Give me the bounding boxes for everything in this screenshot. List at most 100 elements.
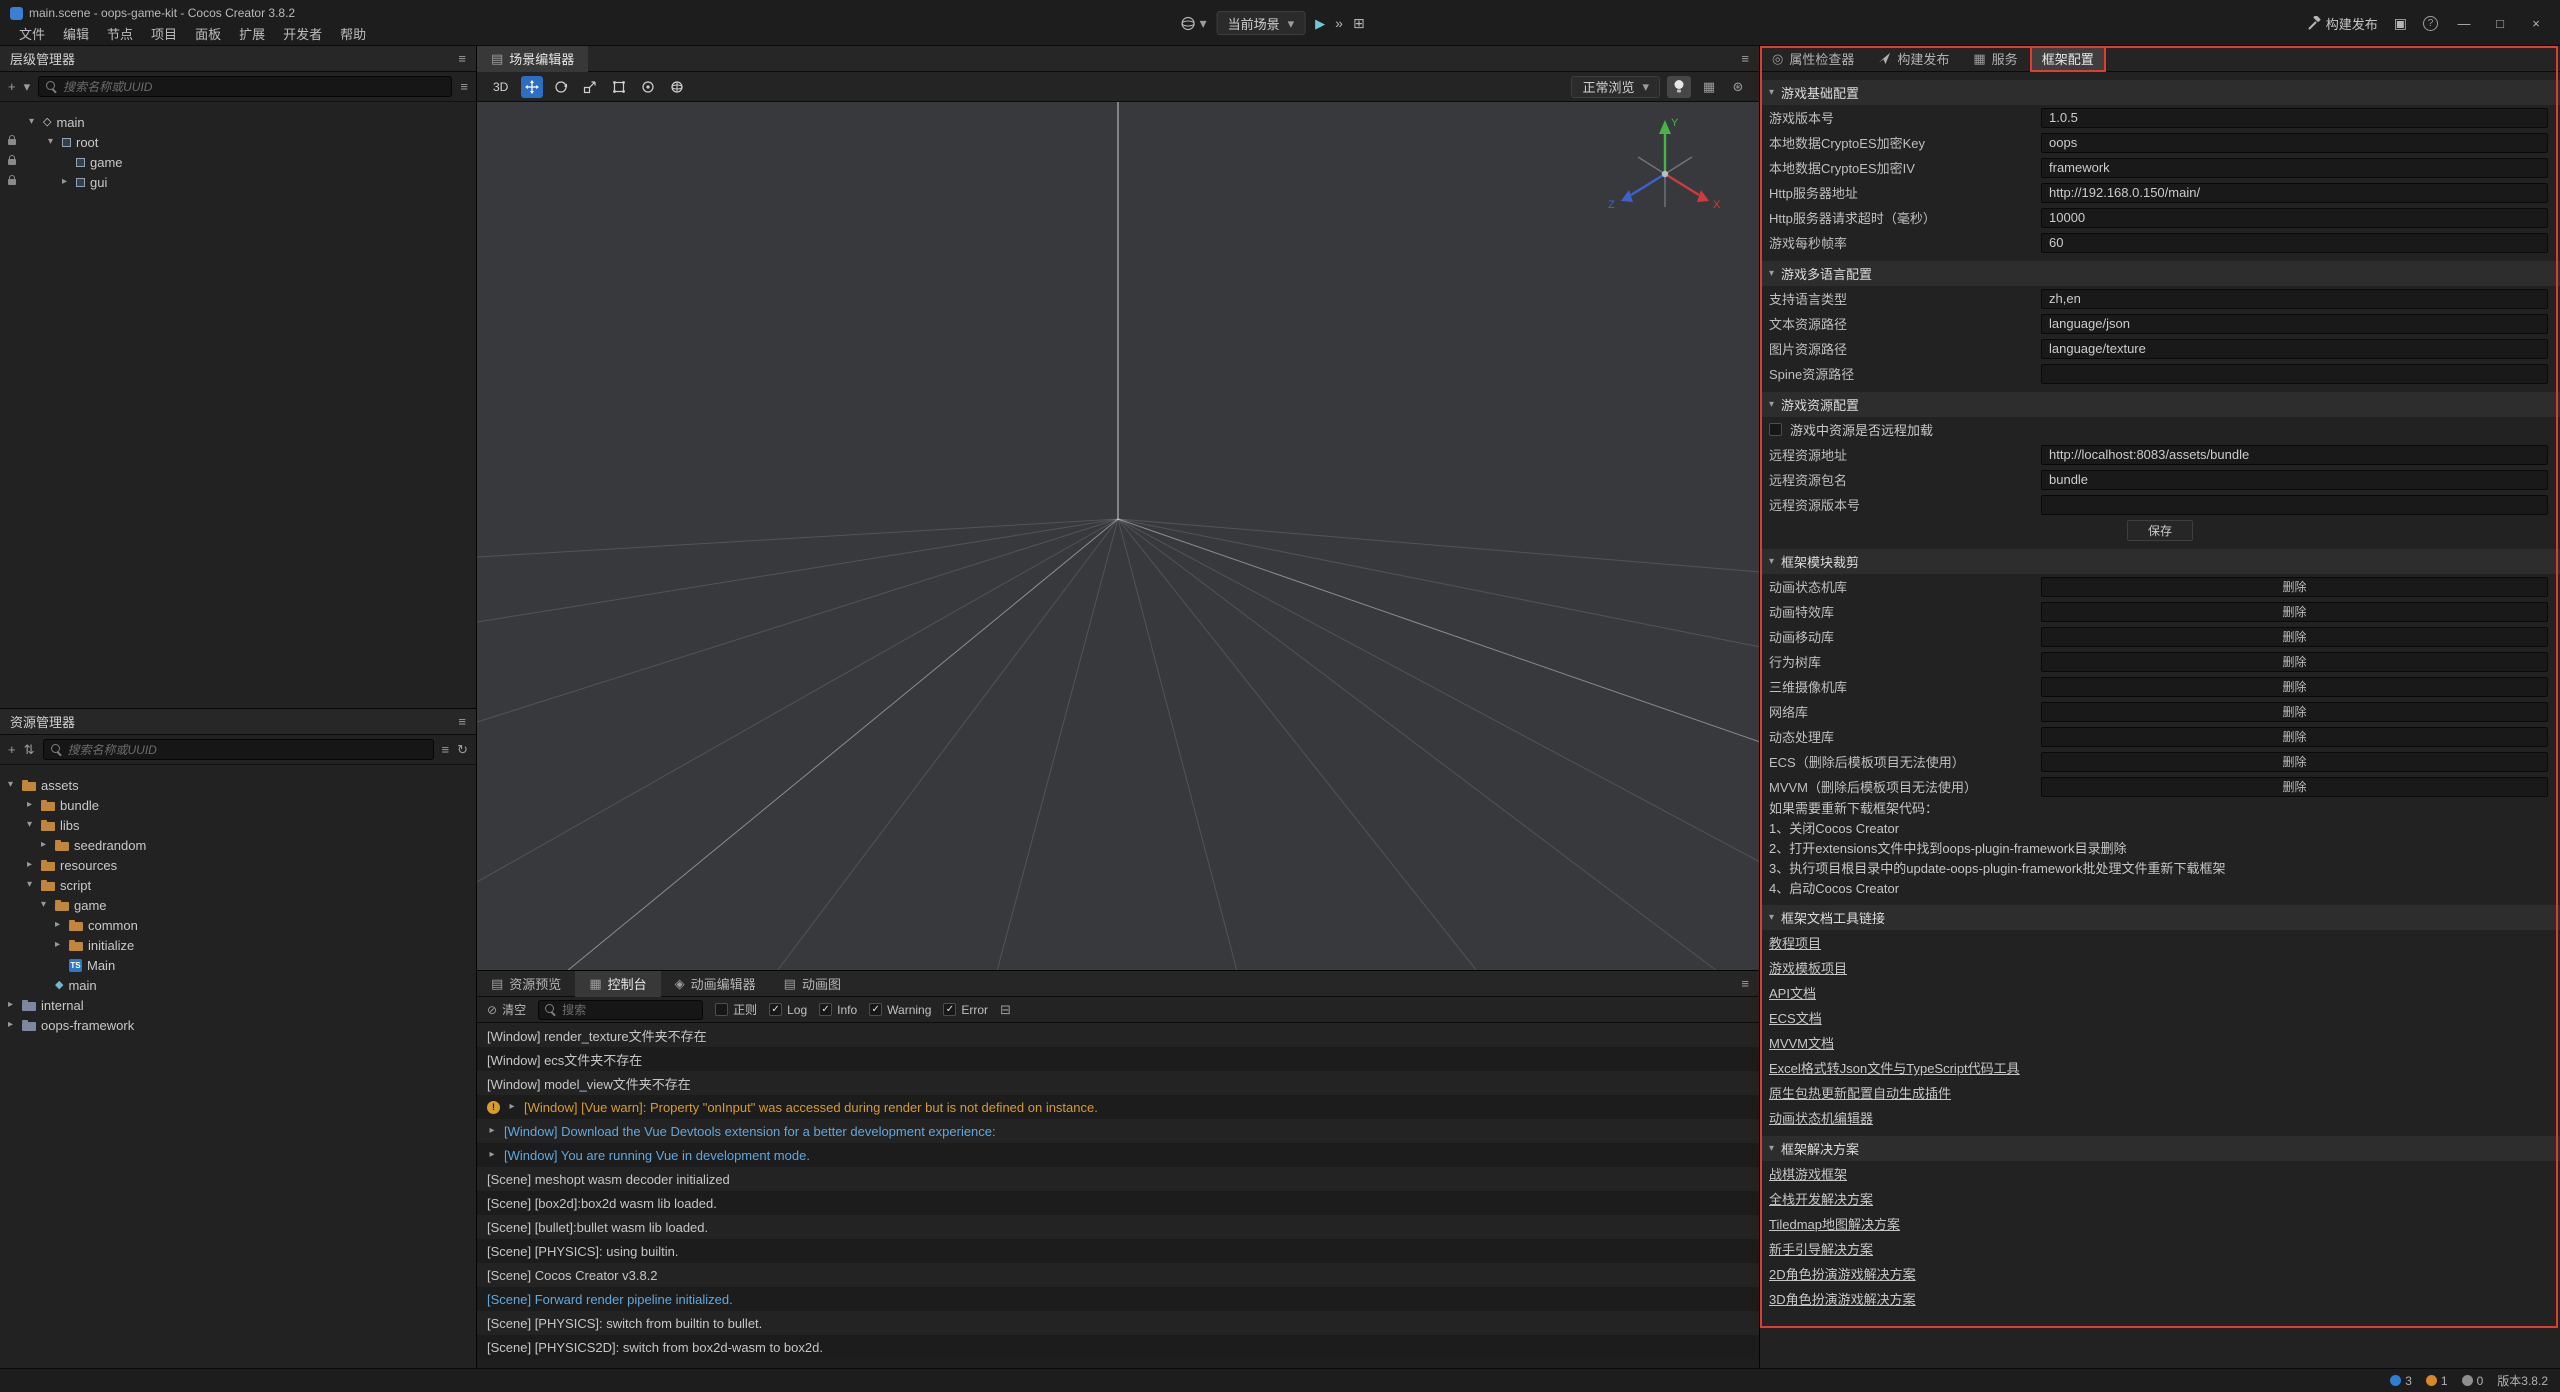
filter-info[interactable]: Info — [819, 1003, 857, 1017]
delete-button[interactable]: 删除 — [2041, 602, 2548, 622]
menu-extension[interactable]: 扩展 — [230, 22, 274, 45]
crypto-key-input[interactable] — [2041, 133, 2548, 153]
coordinate-space-tool[interactable] — [666, 76, 688, 98]
scene-settings[interactable] — [1727, 76, 1749, 98]
help-icon[interactable] — [2423, 16, 2438, 31]
clear-console-button[interactable]: 清空 — [487, 1001, 526, 1018]
log-row[interactable]: [Scene] [PHYSICS]: using builtin. — [477, 1239, 1759, 1263]
log-checkbox[interactable] — [769, 1003, 782, 1016]
minimize-button[interactable] — [2454, 17, 2474, 30]
expand-icon[interactable] — [51, 920, 64, 930]
delete-button[interactable]: 删除 — [2041, 752, 2548, 772]
link-template-project[interactable]: 游戏模板项目 — [1760, 955, 2560, 980]
message-count-error[interactable]: 0 — [2462, 1374, 2484, 1388]
languages-input[interactable] — [2041, 289, 2548, 309]
hierarchy-node-root[interactable]: root — [0, 132, 476, 152]
create-node-caret-icon[interactable] — [24, 80, 31, 93]
image-path-input[interactable] — [2041, 339, 2548, 359]
warning-checkbox[interactable] — [869, 1003, 882, 1016]
assets-menu-icon[interactable] — [458, 715, 466, 728]
link-fullstack-solution[interactable]: 全栈开发解决方案 — [1760, 1186, 2560, 1211]
log-row-warning[interactable]: ![Window] [Vue warn]: Property "onInput"… — [477, 1095, 1759, 1119]
tab-animation-graph[interactable]: 动画图 — [770, 971, 855, 997]
tab-framework-config[interactable]: 框架配置 — [2030, 46, 2106, 72]
asset-internal[interactable]: internal — [0, 995, 476, 1015]
log-row-info[interactable]: [Window] Download the Vue Devtools exten… — [477, 1119, 1759, 1143]
log-row-info[interactable]: [Scene] Forward render pipeline initiali… — [477, 1287, 1759, 1311]
filter-warning[interactable]: Warning — [869, 1003, 931, 1017]
expand-icon[interactable] — [4, 1020, 17, 1030]
delete-button[interactable]: 删除 — [2041, 577, 2548, 597]
section-doc-links[interactable]: 框架文档工具链接 — [1760, 905, 2560, 930]
tab-animation-editor[interactable]: 动画编辑器 — [661, 971, 770, 997]
menu-edit[interactable]: 编辑 — [54, 22, 98, 45]
hierarchy-menu-icon[interactable] — [458, 52, 466, 65]
expand-icon[interactable] — [51, 940, 64, 950]
collapse-logs-icon[interactable] — [1000, 1003, 1011, 1016]
delete-button[interactable]: 删除 — [2041, 777, 2548, 797]
close-button[interactable] — [2526, 17, 2546, 30]
assets-search-input[interactable] — [68, 743, 426, 757]
projection-toggle[interactable]: 3D — [487, 80, 514, 94]
asset-assets[interactable]: assets — [0, 775, 476, 795]
tab-service[interactable]: 服务 — [1961, 46, 2029, 72]
text-path-input[interactable] — [2041, 314, 2548, 334]
message-count-info[interactable]: 3 — [2390, 1374, 2412, 1388]
menu-file[interactable]: 文件 — [10, 22, 54, 45]
hierarchy-filter-icon[interactable] — [460, 80, 468, 93]
asset-main-scene[interactable]: main — [0, 975, 476, 995]
filter-log[interactable]: Log — [769, 1003, 807, 1017]
scene-light-toggle[interactable] — [1667, 76, 1691, 98]
link-wargame-framework[interactable]: 战棋游戏框架 — [1760, 1161, 2560, 1186]
section-basic-config[interactable]: 游戏基础配置 — [1760, 80, 2560, 105]
tab-console[interactable]: 控制台 — [575, 971, 660, 997]
asset-resources[interactable]: resources — [0, 855, 476, 875]
link-api-docs[interactable]: API文档 — [1760, 980, 2560, 1005]
expand-icon[interactable] — [4, 1000, 17, 1010]
section-language-config[interactable]: 游戏多语言配置 — [1760, 261, 2560, 286]
scene-viewport[interactable]: Y X Z — [477, 102, 1759, 970]
delete-button[interactable]: 删除 — [2041, 702, 2548, 722]
hierarchy-node-main[interactable]: main — [0, 112, 476, 132]
log-row[interactable]: [Window] render_texture文件夹不存在 — [477, 1023, 1759, 1047]
log-row[interactable]: [Scene] [PHYSICS2D]: switch from box2d-w… — [477, 1335, 1759, 1359]
delete-button[interactable]: 删除 — [2041, 727, 2548, 747]
log-row[interactable]: [Window] ecs文件夹不存在 — [477, 1047, 1759, 1071]
section-module-trim[interactable]: 框架模块裁剪 — [1760, 549, 2560, 574]
expand-icon[interactable] — [37, 900, 50, 910]
log-row[interactable]: [Scene] Cocos Creator v3.8.2 — [477, 1263, 1759, 1287]
rect-tool[interactable] — [608, 76, 630, 98]
step-frame-button[interactable] — [1335, 16, 1343, 30]
expand-icon[interactable] — [44, 137, 57, 147]
asset-oops-framework[interactable]: oops-framework — [0, 1015, 476, 1035]
build-publish-button[interactable]: 构建发布 — [2308, 14, 2378, 33]
tab-build[interactable]: 构建发布 — [1866, 46, 1961, 72]
remote-load-toggle[interactable]: 游戏中资源是否远程加载 — [1760, 417, 2560, 442]
hierarchy-node-gui[interactable]: gui — [0, 172, 476, 192]
scene-editor-tab[interactable]: 场景编辑器 — [477, 46, 588, 72]
crypto-iv-input[interactable] — [2041, 158, 2548, 178]
scene-selector[interactable]: 当前场景 — [1217, 11, 1306, 35]
delete-button[interactable]: 删除 — [2041, 652, 2548, 672]
log-row[interactable]: [Scene] [bullet]:bullet wasm lib loaded. — [477, 1215, 1759, 1239]
expand-icon[interactable] — [58, 177, 71, 187]
lock-icon[interactable] — [8, 159, 16, 165]
play-button[interactable] — [1315, 17, 1325, 30]
log-row[interactable]: [Scene] [box2d]:box2d wasm lib loaded. — [477, 1191, 1759, 1215]
lock-icon[interactable] — [8, 179, 16, 185]
info-checkbox[interactable] — [819, 1003, 832, 1016]
axis-gizmo[interactable]: Y X Z — [1605, 112, 1725, 224]
asset-common[interactable]: common — [0, 915, 476, 935]
expand-icon[interactable] — [23, 800, 36, 810]
link-tiledmap-solution[interactable]: Tiledmap地图解决方案 — [1760, 1211, 2560, 1236]
link-excel-tool[interactable]: Excel格式转Json文件与TypeScript代码工具 — [1760, 1055, 2560, 1080]
view-mode-select[interactable]: 正常浏览 — [1571, 76, 1660, 98]
menu-panel[interactable]: 面板 — [186, 22, 230, 45]
expand-icon[interactable] — [507, 1102, 517, 1112]
link-2d-rpg-solution[interactable]: 2D角色扮演游戏解决方案 — [1760, 1261, 2560, 1286]
message-count-warning[interactable]: 1 — [2426, 1374, 2448, 1388]
http-server-input[interactable] — [2041, 183, 2548, 203]
asset-main-ts[interactable]: TSMain — [0, 955, 476, 975]
expand-icon[interactable] — [487, 1126, 497, 1136]
scale-tool[interactable] — [579, 76, 601, 98]
